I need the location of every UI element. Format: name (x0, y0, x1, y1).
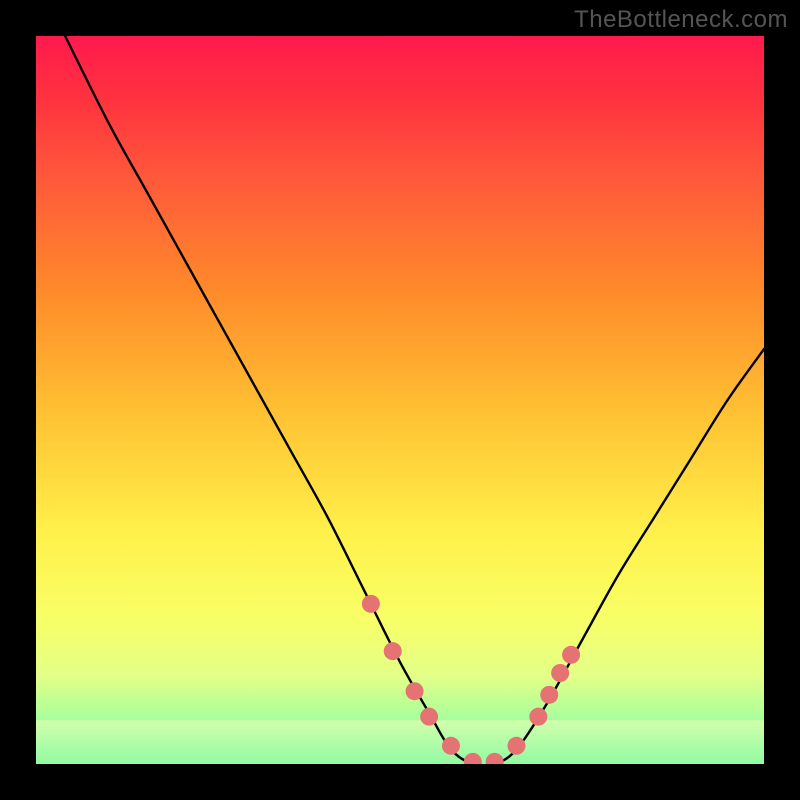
highlight-dot (420, 708, 438, 726)
highlight-dot (507, 737, 525, 755)
chart-container: TheBottleneck.com (0, 0, 800, 800)
highlight-dot (529, 708, 547, 726)
chart-svg (36, 36, 764, 764)
highlight-dot (540, 686, 558, 704)
highlight-dot (551, 664, 569, 682)
attribution-text: TheBottleneck.com (574, 6, 788, 34)
bottom-haze-band (36, 720, 764, 764)
bottleneck-curve (65, 36, 764, 764)
highlight-dot (384, 642, 402, 660)
highlight-dot (562, 646, 580, 664)
highlight-dot (362, 595, 380, 613)
highlight-dot (442, 737, 460, 755)
plot-area (36, 36, 764, 764)
highlight-dot (406, 682, 424, 700)
